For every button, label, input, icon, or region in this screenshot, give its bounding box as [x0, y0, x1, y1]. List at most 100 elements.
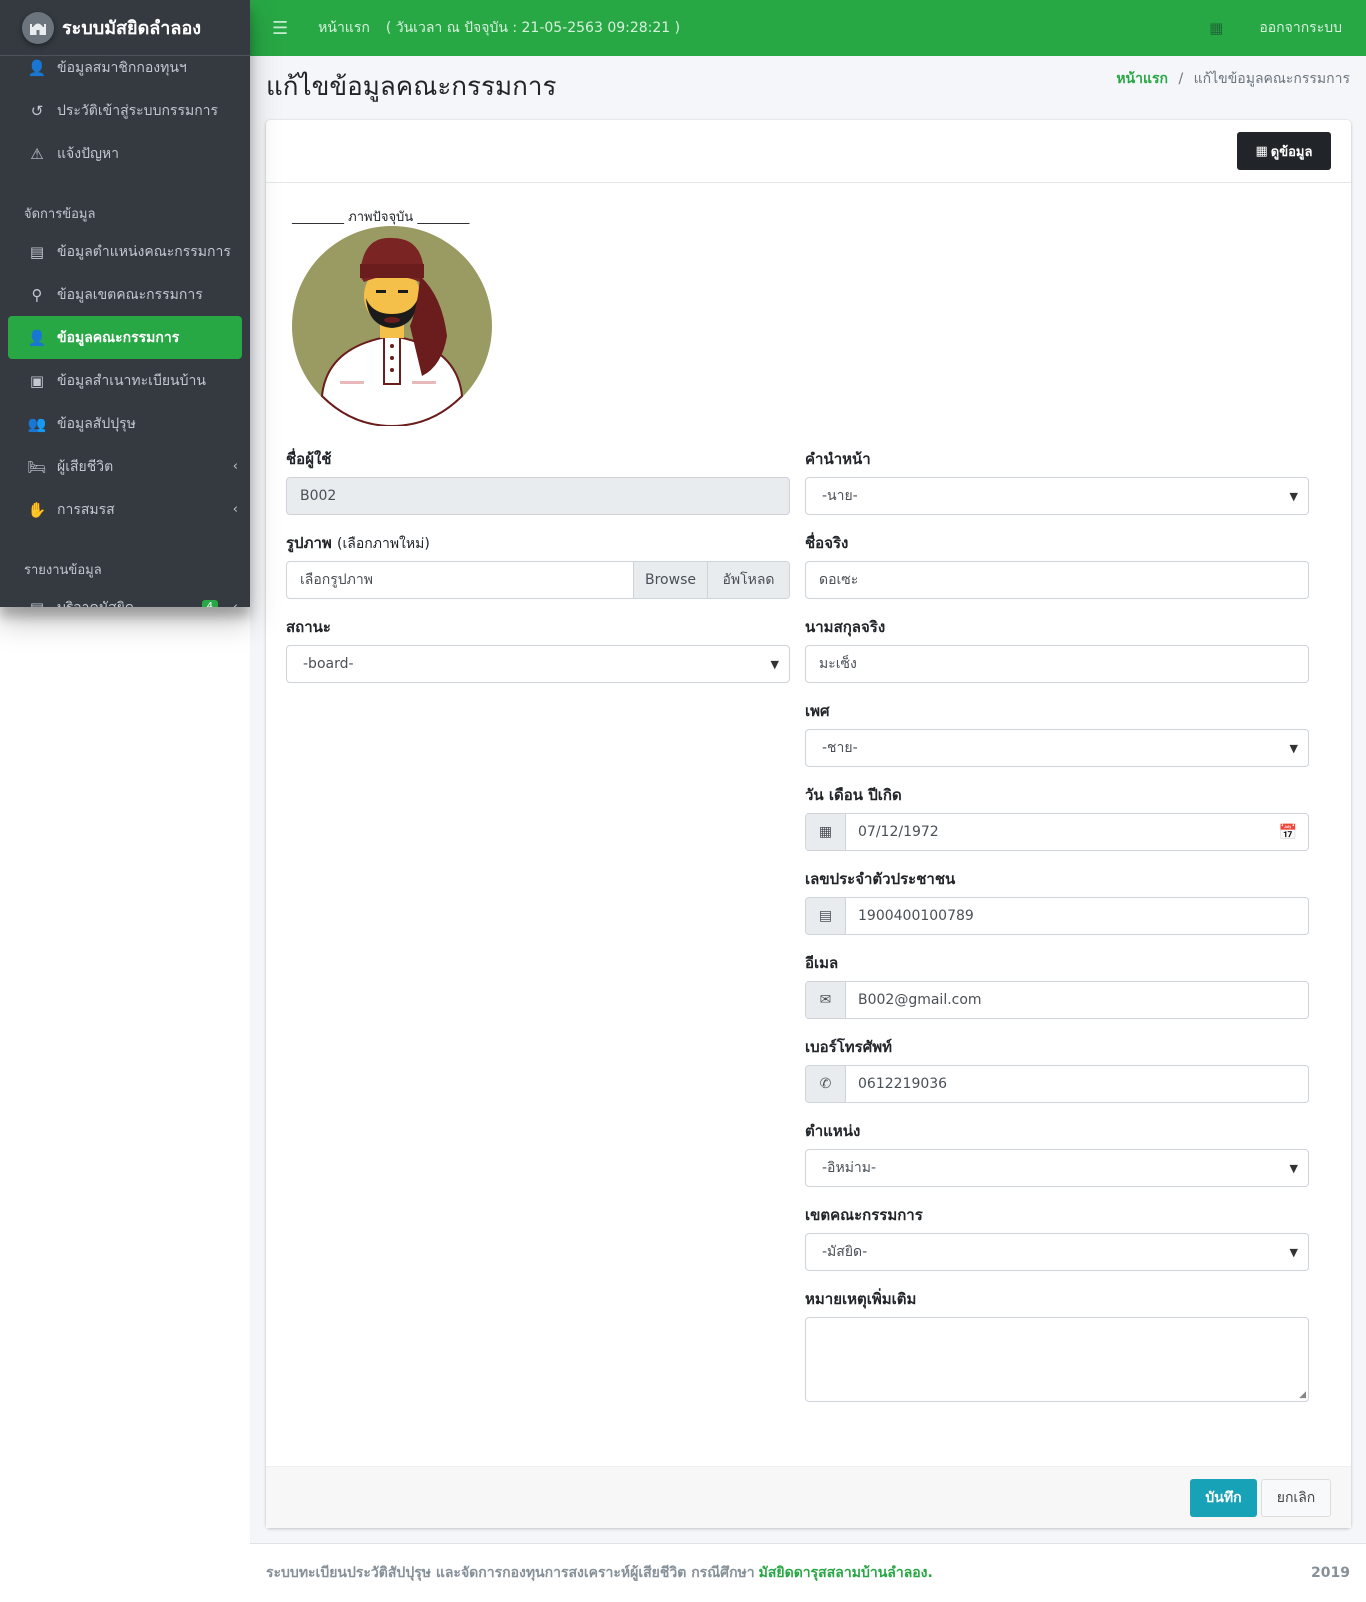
sidebar-item-house-registration[interactable]: ▣ ข้อมูลสำเนาทะเบียนบ้าน: [8, 359, 242, 402]
username-label: ชื่อผู้ใช้: [286, 450, 332, 468]
position-select[interactable]: -อิหม่าม- ▼: [805, 1149, 1309, 1187]
sidebar-header-manage: จัดการข้อมูล: [24, 207, 96, 222]
birth-date-label: วัน เดือน ปีเกิด: [805, 786, 902, 804]
picture-file-input[interactable]: เลือกรูปภาพ Browse อัพโหลด: [286, 561, 790, 599]
chevron-down-icon: ▼: [1289, 1161, 1298, 1175]
national-id-field[interactable]: ▤ 1900400100789: [805, 897, 1309, 935]
note-label: หมายเหตุเพิ่มเติม: [805, 1290, 917, 1308]
chevron-down-icon: ▼: [1289, 1245, 1298, 1259]
logout-link[interactable]: ออกจากระบบ: [1259, 17, 1342, 39]
user-tie-icon: 👤: [27, 328, 47, 347]
resize-handle-icon[interactable]: ◢: [1299, 1390, 1306, 1400]
picture-label-hint: (เลือกภาพใหม่): [337, 536, 430, 552]
birth-date-value: 07/12/1972: [858, 824, 939, 840]
sidebar-item-marriage[interactable]: ✋ การสมรส ‹: [8, 488, 242, 531]
zone-select[interactable]: -มัสยิด- ▼: [805, 1233, 1309, 1271]
position-label: ตำแหน่ง: [805, 1122, 861, 1140]
save-button[interactable]: บันทึก: [1190, 1479, 1257, 1517]
brand[interactable]: ระบบมัสยิดลำลอง: [0, 0, 250, 56]
phone-icon: ✆: [806, 1066, 846, 1102]
topbar: ☰ หน้าแรก ( วันเวลา ณ ปัจจุบัน : 21-05-2…: [250, 0, 1366, 56]
mosque-icon: [22, 11, 54, 44]
status-select[interactable]: -board- ▼: [286, 645, 790, 683]
email-label: อีเมล: [805, 954, 839, 972]
date-picker-icon[interactable]: 📅: [1268, 814, 1308, 850]
sidebar-item-report-problem[interactable]: ⚠ แจ้งปัญหา: [8, 132, 242, 175]
grid-icon[interactable]: ▦: [1209, 19, 1223, 37]
gender-select[interactable]: -ชาย- ▼: [805, 729, 1309, 767]
last-name-field[interactable]: มะเซ็ง: [805, 645, 1309, 683]
sidebar-item-positions[interactable]: ▤ ข้อมูลตำแหน่งคณะกรรมการ: [8, 230, 242, 273]
sidebar-item-label: บริจาคมัสยิด: [57, 597, 134, 608]
footer-year: 2019: [1311, 1565, 1350, 1581]
prefix-select[interactable]: -นาย- ▼: [805, 477, 1309, 515]
chevron-down-icon: ▼: [770, 657, 779, 671]
gender-value: -ชาย-: [822, 740, 858, 756]
national-id-label: เลขประจำตัวประชาชน: [805, 870, 956, 888]
position-value: -อิหม่าม-: [822, 1160, 877, 1176]
note-textarea[interactable]: ◢: [805, 1317, 1309, 1402]
sidebar-item-committee[interactable]: 👤 ข้อมูลคณะกรรมการ: [8, 316, 242, 359]
footer-link[interactable]: มัสยิดดารุสสลามบ้านลำลอง.: [759, 1562, 933, 1584]
picture-label: รูปภาพ (เลือกภาพใหม่): [286, 531, 430, 555]
sidebar-item-login-history[interactable]: ↺ ประวัติเข้าสู่ระบบกรรมการ: [8, 89, 242, 132]
chevron-left-icon: ‹: [232, 502, 238, 517]
email-value: B002@gmail.com: [858, 992, 982, 1008]
first-name-field[interactable]: ดอเซะ: [805, 561, 1309, 599]
sidebar-item-donation[interactable]: ▤ บริจาคมัสยิด 4 ‹: [8, 586, 242, 607]
id-card-icon: ▤: [806, 898, 846, 934]
sidebar-item-sappurut[interactable]: 👥 ข้อมูลสัปปุรุษ: [8, 402, 242, 445]
sidebar-item-deceased[interactable]: 🛏 ผู้เสียชีวิต ‹: [8, 445, 242, 488]
current-datetime: ( วันเวลา ณ ปัจจุบัน : 21-05-2563 09:28:…: [385, 20, 681, 36]
users-icon: 👥: [27, 414, 47, 433]
gender-label: เพศ: [805, 702, 830, 720]
sidebar-item-label: แจ้งปัญหา: [57, 145, 119, 162]
breadcrumb-home[interactable]: หน้าแรก: [1116, 71, 1168, 87]
sidebar-item-label: ข้อมูลตำแหน่งคณะกรรมการ: [57, 243, 231, 260]
top-home-link[interactable]: หน้าแรก: [318, 17, 370, 39]
prefix-value: -นาย-: [822, 488, 858, 504]
email-field[interactable]: ✉ B002@gmail.com: [805, 981, 1309, 1019]
status-value: -board-: [303, 656, 354, 672]
upload-button[interactable]: อัพโหลด: [707, 562, 789, 598]
menu-toggle-icon[interactable]: ☰: [272, 18, 288, 39]
count-badge: 4: [201, 600, 218, 607]
prefix-label: คำนำหน้า: [805, 450, 871, 468]
footer-text: ระบบทะเบียนประวัติสัปปุรุษ และจัดการกองท…: [266, 1565, 755, 1581]
sidebar-item-label: ผู้เสียชีวิต: [57, 458, 114, 475]
breadcrumb-current: แก้ไขข้อมูลคณะกรรมการ: [1193, 71, 1350, 87]
sidebar-nav: 👤 ข้อมูลสมาชิกกองทุนฯ ↺ ประวัติเข้าสู่ระ…: [0, 46, 250, 607]
edit-committee-card: ▦ ดูข้อมูล ________ ภาพปัจจุบัน ________…: [266, 120, 1351, 1528]
history-icon: ↺: [30, 101, 44, 120]
sidebar: ระบบมัสยิดลำลอง 👤 ข้อมูลสมาชิกกองทุนฯ ↺ …: [0, 0, 250, 607]
table-icon: ▦: [1255, 143, 1268, 159]
card-footer: บันทึก ยกเลิก: [266, 1466, 1351, 1528]
sidebar-item-label: ข้อมูลสำเนาทะเบียนบ้าน: [57, 372, 206, 389]
breadcrumb: หน้าแรก / แก้ไขข้อมูลคณะกรรมการ: [1116, 68, 1350, 90]
envelope-icon: ✉: [806, 982, 846, 1018]
first-name-label: ชื่อจริง: [805, 534, 849, 552]
browse-button[interactable]: Browse: [633, 562, 707, 598]
person-pin-icon: ⚲: [31, 285, 43, 304]
picture-label-text: รูปภาพ: [286, 534, 332, 552]
page-footer: ระบบทะเบียนประวัติสัปปุรุษ และจัดการกองท…: [250, 1543, 1366, 1602]
sidebar-item-label: ข้อมูลสมาชิกกองทุนฯ: [57, 59, 187, 76]
file-placeholder: เลือกรูปภาพ: [300, 572, 373, 588]
birth-date-field[interactable]: ▦ 07/12/1972 📅: [805, 813, 1309, 851]
sidebar-item-label: ข้อมูลเขตคณะกรรมการ: [57, 286, 203, 303]
profile-avatar: [292, 226, 492, 426]
chevron-left-icon: ‹: [233, 600, 238, 607]
username-field[interactable]: B002: [286, 477, 790, 515]
last-name-label: นามสกุลจริง: [805, 618, 886, 636]
zone-label: เขตคณะกรรมการ: [805, 1206, 923, 1224]
national-id-value: 1900400100789: [858, 908, 974, 924]
phone-field[interactable]: ✆ 0612219036: [805, 1065, 1309, 1103]
cancel-button[interactable]: ยกเลิก: [1261, 1479, 1331, 1517]
chevron-left-icon: ‹: [232, 459, 238, 474]
sidebar-item-label: ข้อมูลสัปปุรุษ: [57, 415, 136, 432]
view-data-button[interactable]: ▦ ดูข้อมูล: [1237, 132, 1331, 170]
sidebar-item-label: ประวัติเข้าสู่ระบบกรรมการ: [57, 102, 219, 119]
calendar-icon: ▦: [806, 814, 846, 850]
sidebar-item-zones[interactable]: ⚲ ข้อมูลเขตคณะกรรมการ: [8, 273, 242, 316]
sidebar-item-label: การสมรส: [57, 501, 115, 518]
